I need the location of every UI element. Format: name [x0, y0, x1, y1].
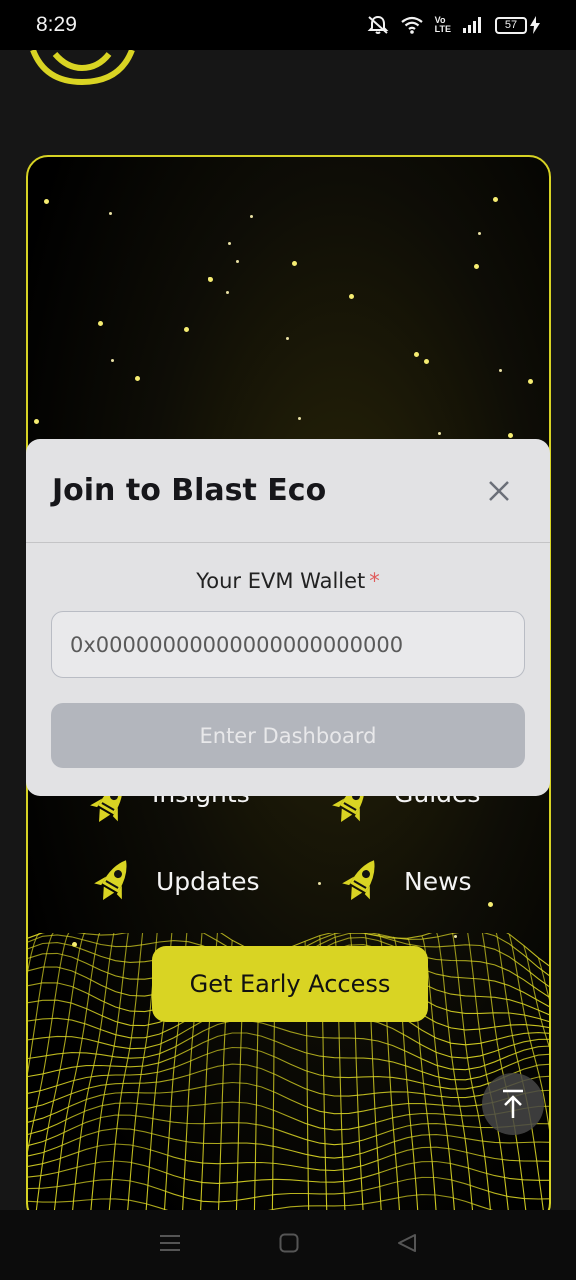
rocket-icon: [94, 860, 127, 901]
enter-dashboard-button[interactable]: Enter Dashboard: [51, 703, 525, 768]
scroll-to-top-button[interactable]: [482, 1073, 544, 1135]
home-icon: [279, 1233, 299, 1253]
modal-title: Join to Blast Eco: [52, 473, 327, 508]
close-icon: [489, 480, 509, 501]
wifi-icon: [400, 16, 423, 34]
back-icon: [398, 1234, 416, 1252]
feature-news: News: [342, 855, 472, 907]
home-button[interactable]: [279, 1233, 299, 1257]
battery-icon: 57: [495, 16, 540, 34]
feature-label: Updates: [156, 866, 260, 896]
required-mark: *: [369, 569, 380, 593]
mesh-row-line: [28, 1019, 549, 1071]
arrow-up-icon: [503, 1089, 523, 1118]
mesh-row-line: [28, 1176, 549, 1203]
status-bar: 8:29 Vo LTE 57: [0, 0, 576, 50]
status-icons: Vo LTE 57: [367, 15, 540, 35]
mesh-row-line: [28, 1143, 549, 1172]
wallet-input[interactable]: [51, 611, 525, 678]
back-button[interactable]: [397, 1233, 417, 1257]
bell-muted-icon: [367, 15, 389, 35]
get-early-access-button[interactable]: Get Early Access: [152, 946, 428, 1022]
modal-header: Join to Blast Eco: [26, 439, 550, 543]
signal-icon: [463, 17, 483, 33]
close-button[interactable]: [484, 476, 514, 506]
feature-updates: Updates: [94, 855, 260, 907]
menu-button[interactable]: [159, 1233, 181, 1257]
menu-icon: [160, 1235, 180, 1251]
status-time: 8:29: [36, 13, 77, 36]
mesh-row-line: [28, 1032, 549, 1081]
volte-label: Vo LTE: [434, 15, 451, 34]
charging-icon: [530, 16, 540, 34]
feature-label: News: [404, 866, 472, 896]
wallet-field-label: Your EVM Wallet *: [26, 569, 550, 593]
system-nav-bar: [0, 1210, 576, 1280]
join-modal: Join to Blast Eco Your EVM Wallet* Enter…: [26, 439, 550, 796]
wallet-label-text: Your EVM Wallet: [196, 569, 366, 593]
battery-level: 57: [495, 16, 527, 34]
rocket-icon: [342, 860, 375, 901]
